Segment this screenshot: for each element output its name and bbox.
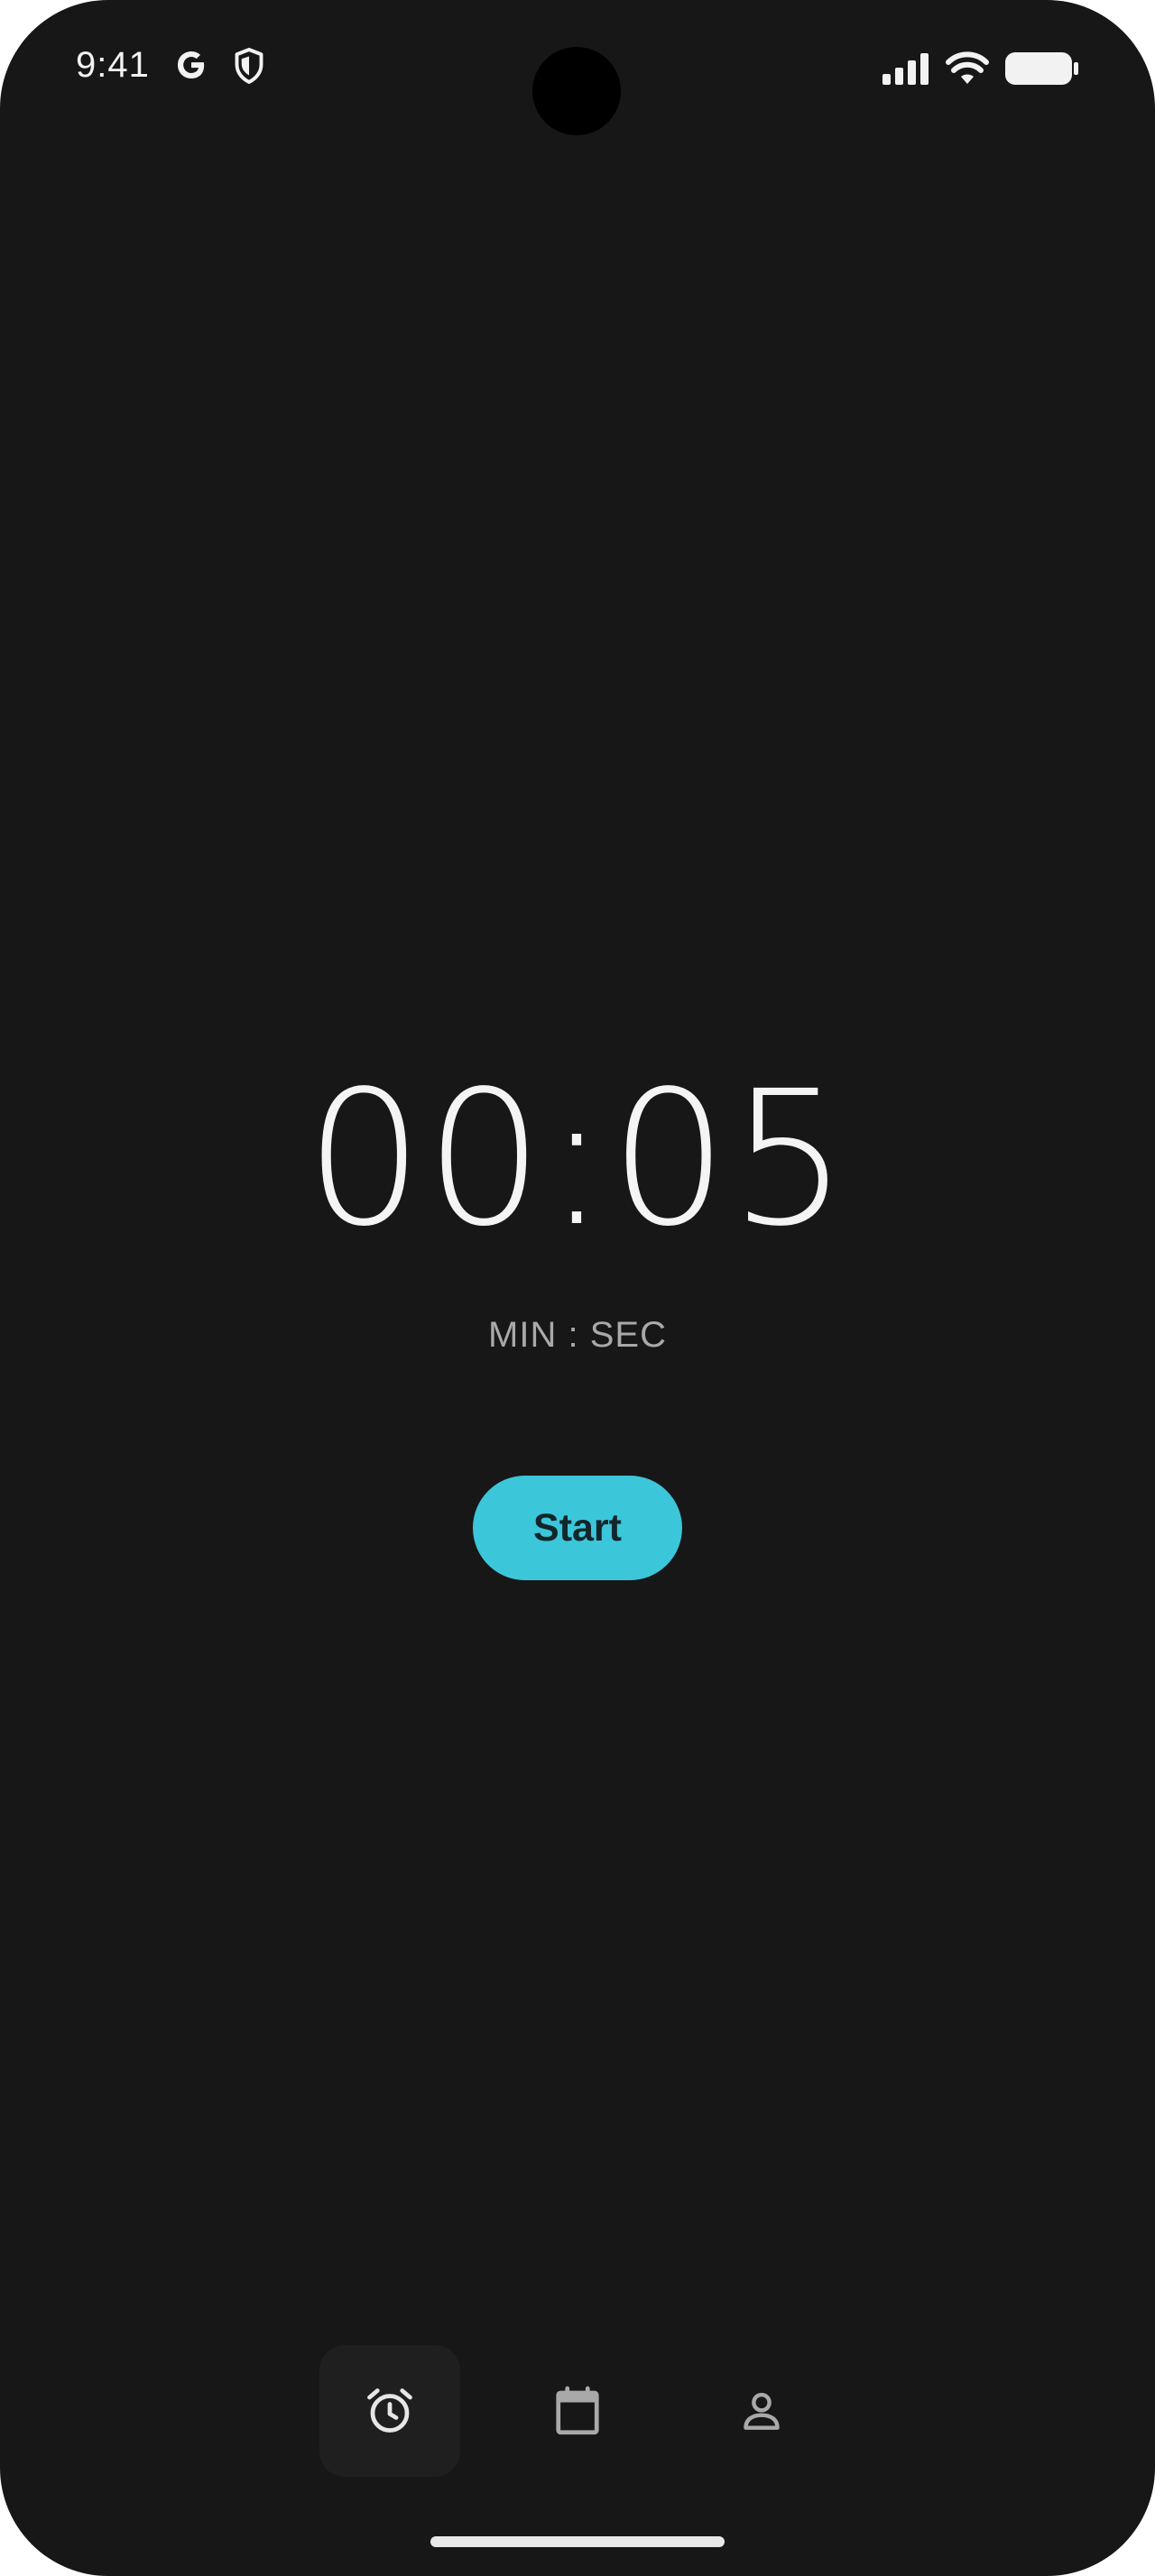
nav-item-profile[interactable] bbox=[691, 2345, 832, 2477]
bottom-navigation bbox=[0, 2345, 1155, 2477]
wifi-icon bbox=[946, 51, 989, 84]
home-indicator[interactable] bbox=[430, 2536, 725, 2547]
start-button[interactable]: Start bbox=[473, 1476, 682, 1580]
front-camera bbox=[532, 47, 621, 135]
person-icon bbox=[744, 2392, 780, 2430]
phone-screen: 9:41 00:05 MIN: SEC Start bbox=[0, 0, 1155, 2576]
shield-icon bbox=[235, 48, 263, 84]
google-g-icon bbox=[178, 51, 205, 78]
nav-item-timer[interactable] bbox=[319, 2345, 460, 2477]
alarm-clock-icon bbox=[367, 2388, 412, 2433]
cellular-signal-icon bbox=[882, 53, 929, 85]
calendar-icon bbox=[556, 2386, 599, 2435]
timer-display: 00:05 bbox=[305, 1051, 850, 1267]
status-time: 9:41 bbox=[76, 45, 150, 85]
battery-icon bbox=[1005, 52, 1078, 85]
status-icons bbox=[882, 51, 1079, 87]
status-bar: 9:41 bbox=[0, 0, 1155, 144]
nav-item-calendar[interactable] bbox=[507, 2345, 648, 2477]
timer-units-label: MIN : SEC bbox=[488, 1315, 667, 1355]
